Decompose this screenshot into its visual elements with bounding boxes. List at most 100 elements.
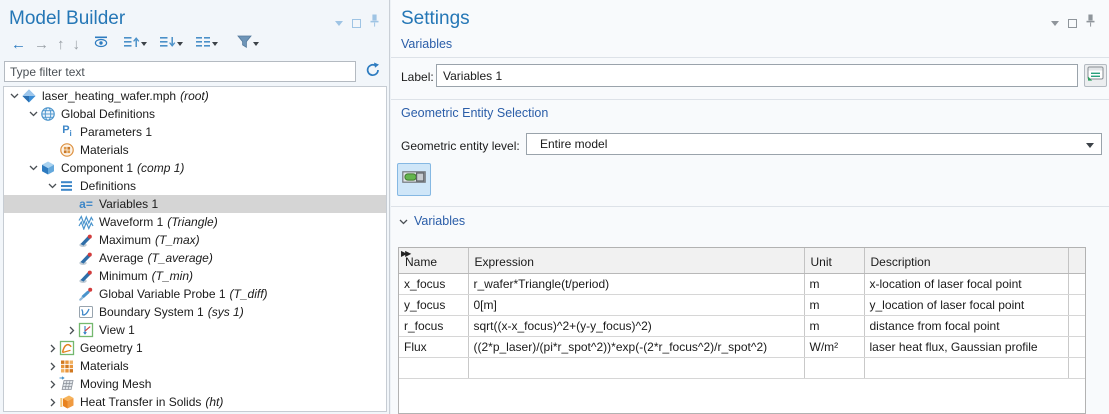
tree-item-component-1[interactable]: Component 1 (comp 1) [4,159,386,177]
chevron-down-icon[interactable] [1051,21,1059,26]
cell-unit: m [804,315,864,336]
restore-icon[interactable] [352,19,361,28]
node-text-icon [196,35,211,54]
table-row-empty [399,357,1085,378]
tree-item-boundary-system-1[interactable]: Boundary System 1 (sys 1) [4,303,386,321]
tree-item-definitions[interactable]: Definitions [4,177,386,195]
collapse-chevron-icon[interactable] [46,396,59,409]
node-text-button[interactable] [192,34,227,54]
cell-name[interactable]: x_focus [399,273,468,294]
show-button[interactable] [90,34,114,54]
toggle-switch-icon [402,169,426,190]
tree-item-maximum[interactable]: Maximum (T_max) [4,231,386,249]
collapse-chevron-icon[interactable] [65,324,78,337]
pin-icon[interactable] [370,14,379,32]
cell-unit: m [804,294,864,315]
tree-item-geometry-1[interactable]: Geometry 1 [4,339,386,357]
cell-name[interactable] [399,357,468,378]
expand-chevron-icon[interactable] [46,180,59,193]
separator [391,206,1109,207]
column-header-name[interactable]: ▶▶ Name [399,248,468,273]
select-caret-icon [1086,143,1094,148]
column-header-unit[interactable]: Unit [804,248,864,273]
collapse-chevron-icon[interactable] [46,342,59,355]
geometric-entity-selection-header[interactable]: Geometric Entity Selection [401,106,548,120]
tree-item-global-variable-probe-1[interactable]: Global Variable Probe 1 (T_diff) [4,285,386,303]
settings-panel: Settings Variables Label: Geometric Enti… [391,0,1109,414]
collapse-chevron-icon[interactable] [46,360,59,373]
pin-icon[interactable] [1086,14,1095,32]
cell-spacer [1068,336,1085,357]
probe-icon [78,250,94,266]
tree-item-label: Global Variable Probe 1 [99,287,226,301]
tree-item-parameters[interactable]: Pi Parameters 1 [4,123,386,141]
eye-icon [94,35,110,53]
restore-icon[interactable] [1068,19,1077,28]
tree-item-tag: (Triangle) [167,215,217,229]
cell-expression[interactable]: r_wafer*Triangle(t/period) [468,273,804,294]
cell-description[interactable]: distance from focal point [864,315,1068,336]
cell-description[interactable]: x-location of laser focal point [864,273,1068,294]
tree-item-average[interactable]: Average (T_average) [4,249,386,267]
cell-description[interactable]: laser heat flux, Gaussian profile [864,336,1068,357]
tree-item-component-materials[interactable]: Materials [4,357,386,375]
cell-name[interactable]: y_focus [399,294,468,315]
cell-description[interactable] [864,357,1068,378]
tree-item-variables-1[interactable]: a= Variables 1 [4,195,386,213]
active-selection-toggle-button[interactable] [397,163,431,196]
collapse-chevron-icon[interactable] [46,378,59,391]
column-header-description[interactable]: Description [864,248,1068,273]
cell-expression[interactable]: sqrt((x-x_focus)^2+(y-y_focus)^2) [468,315,804,336]
tree-item-root[interactable]: laser_heating_wafer.mph (root) [4,87,386,105]
tree-item-heat-transfer[interactable]: Heat Transfer in Solids (ht) [4,393,386,411]
expand-chevron-icon[interactable] [8,90,21,103]
cell-expression[interactable] [468,357,804,378]
refresh-button[interactable] [362,62,384,82]
collapse-button[interactable] [120,34,156,54]
resize-columns-icon[interactable]: ▶▶ [401,249,409,258]
label-input[interactable] [436,64,1078,87]
tree-item-waveform-1[interactable]: Waveform 1 (Triangle) [4,213,386,231]
column-header-expression[interactable]: Expression [468,248,804,273]
boundary-system-icon [78,304,94,320]
move-up-button[interactable]: ↑ [53,34,69,54]
rename-button[interactable] [1084,64,1107,87]
global-probe-icon [78,286,94,302]
section-collapse-chevron-icon [399,212,408,230]
chevron-down-icon[interactable] [335,21,343,26]
cell-name[interactable]: Flux [399,336,468,357]
probe-icon [78,232,94,248]
dropdown-caret-icon [141,42,147,46]
tree-item-moving-mesh[interactable]: Moving Mesh [4,375,386,393]
label-field-caption: Label: [401,70,434,84]
expand-button[interactable] [156,34,192,54]
tree-item-label: Boundary System 1 [99,305,204,319]
back-button[interactable]: ← [7,34,30,54]
cell-expression[interactable]: 0[m] [468,294,804,315]
definitions-list-icon [59,178,75,194]
geometry-icon [59,340,75,356]
tree-item-label: Global Definitions [61,107,155,121]
tree-item-minimum[interactable]: Minimum (T_min) [4,267,386,285]
expand-chevron-icon[interactable] [27,162,40,175]
tree-item-global-definitions[interactable]: Global Definitions [4,105,386,123]
tree-item-global-materials[interactable]: Materials [4,141,386,159]
cell-name[interactable]: r_focus [399,315,468,336]
settings-window-controls [1051,14,1095,32]
table-header-row: ▶▶ Name Expression Unit Description [399,248,1085,273]
expand-chevron-icon[interactable] [27,108,40,121]
geometric-entity-level-select[interactable]: Entire model [526,133,1102,155]
table-row: x_focus r_wafer*Triangle(t/period) m x-l… [399,273,1085,294]
cell-description[interactable]: y_location of laser focal point [864,294,1068,315]
cell-expression[interactable]: ((2*p_laser)/(pi*r_spot^2))*exp(-(2*r_fo… [468,336,804,357]
cell-spacer [1068,273,1085,294]
variables-section-header[interactable]: Variables [399,212,465,230]
settings-title: Settings [401,8,470,30]
forward-button[interactable]: → [30,34,53,54]
filter-button[interactable] [233,34,268,54]
tree-filter-input[interactable] [4,61,356,82]
table-row: Flux ((2*p_laser)/(pi*r_spot^2))*exp(-(2… [399,336,1085,357]
move-down-button[interactable]: ↓ [69,34,85,54]
tree-item-view-1[interactable]: View 1 [4,321,386,339]
tree-item-tag: (comp 1) [137,161,184,175]
